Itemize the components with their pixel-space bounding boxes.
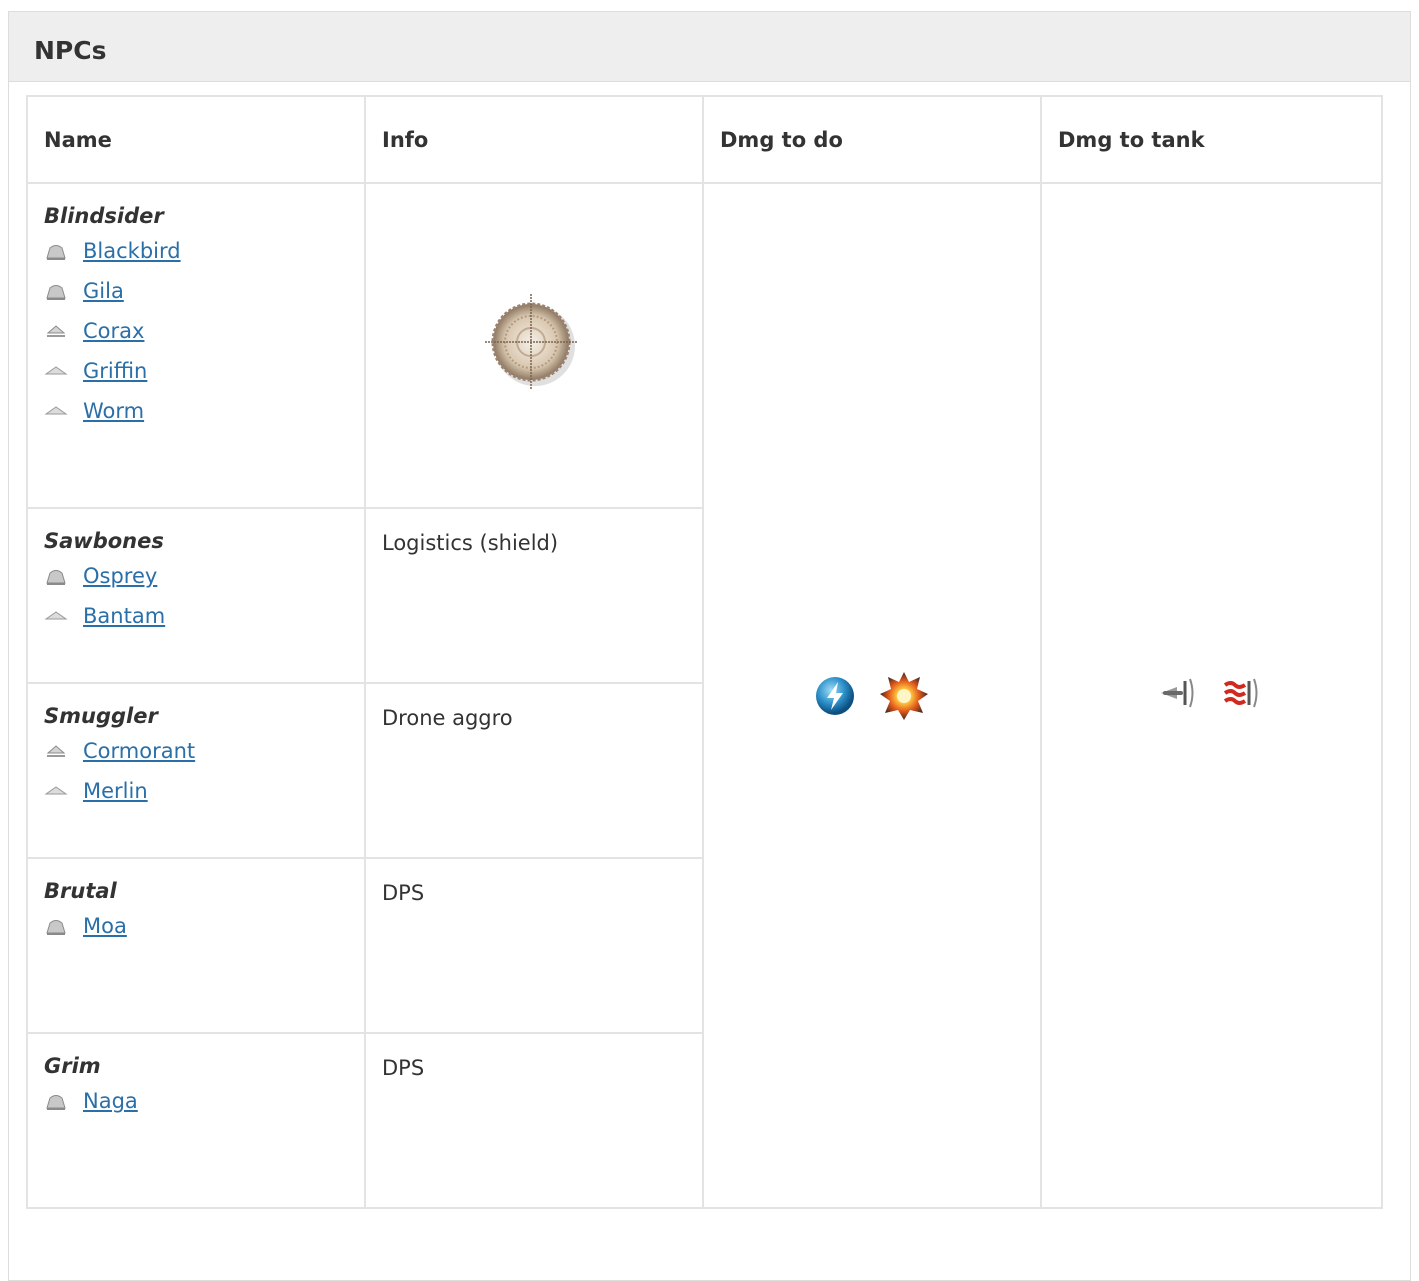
ship-entry: Moa (44, 903, 348, 949)
name-cell: Grim Naga (26, 1032, 366, 1209)
panel-header: NPCs (9, 12, 1410, 82)
name-cell: Sawbones Osprey Bantam (26, 507, 366, 684)
em-damage-icon (816, 676, 854, 715)
ship-link-worm[interactable]: Worm (83, 399, 144, 423)
ship-link-cormorant[interactable]: Cormorant (83, 739, 195, 763)
ship-hull-small-icon (44, 366, 68, 375)
table-row: Blindsider Blackbird Gila Corax Griffin (26, 182, 1383, 1209)
ship-hull-small-icon (44, 611, 68, 620)
column-header-dmg-to-tank: Dmg to tank (1040, 95, 1383, 184)
ship-entry: Merlin (44, 768, 348, 814)
ship-hull-icon (46, 285, 66, 300)
ship-link-blackbird[interactable]: Blackbird (83, 239, 181, 263)
ship-link-bantam[interactable]: Bantam (83, 604, 165, 628)
ship-entry: Bantam (44, 593, 348, 639)
dmg-to-tank-cell (1040, 182, 1383, 1209)
info-cell: DPS (364, 1032, 704, 1209)
ship-link-moa[interactable]: Moa (83, 914, 127, 938)
ship-hull-icon (46, 570, 66, 585)
info-text: DPS (382, 1056, 425, 1080)
explosive-damage-icon (880, 671, 928, 720)
panel-title: NPCs (34, 36, 107, 65)
info-text: Logistics (shield) (382, 531, 559, 555)
name-cell: Smuggler Cormorant Merlin (26, 682, 366, 859)
ship-link-merlin[interactable]: Merlin (83, 779, 148, 803)
ship-link-corax[interactable]: Corax (83, 319, 144, 343)
dmg-to-do-cell (702, 182, 1042, 1209)
ship-link-naga[interactable]: Naga (83, 1089, 138, 1113)
ship-entry: Naga (44, 1078, 348, 1124)
info-cell: Drone aggro (364, 682, 704, 859)
column-header-name: Name (26, 95, 366, 184)
info-cell (364, 182, 704, 509)
name-cell: Brutal Moa (26, 857, 366, 1034)
info-text: DPS (382, 881, 425, 905)
ship-hull-icon (46, 245, 66, 260)
group-name: Grim (44, 1054, 101, 1078)
ship-entry: Worm (44, 388, 348, 434)
ship-hull-icon (46, 1095, 66, 1110)
column-header-info: Info (364, 95, 704, 184)
table-header-row: Name Info Dmg to do Dmg to tank (26, 95, 1383, 184)
ship-link-osprey[interactable]: Osprey (83, 564, 157, 588)
info-text: Drone aggro (382, 706, 513, 730)
group-name: Blindsider (44, 204, 164, 228)
group-name: Smuggler (44, 704, 158, 728)
thermal-damage-icon (1223, 678, 1257, 708)
ship-hull-small-icon (44, 406, 68, 415)
ship-link-gila[interactable]: Gila (83, 279, 124, 303)
kinetic-damage-icon (1160, 678, 1193, 708)
target-reticle-icon (485, 294, 577, 390)
ship-hull-light-icon (46, 325, 66, 337)
group-name: Sawbones (44, 529, 164, 553)
ship-link-griffin[interactable]: Griffin (83, 359, 147, 383)
group-name: Brutal (44, 879, 117, 903)
ship-hull-small-icon (44, 786, 68, 795)
name-cell: Blindsider Blackbird Gila Corax Griffin (26, 182, 366, 509)
npc-table: Name Info Dmg to do Dmg to tank Blindsid… (26, 95, 1383, 1209)
info-cell: Logistics (shield) (364, 507, 704, 684)
ship-hull-light-icon (46, 745, 66, 757)
ship-hull-icon (46, 920, 66, 935)
column-header-dmg-to-do: Dmg to do (702, 95, 1042, 184)
info-cell: DPS (364, 857, 704, 1034)
